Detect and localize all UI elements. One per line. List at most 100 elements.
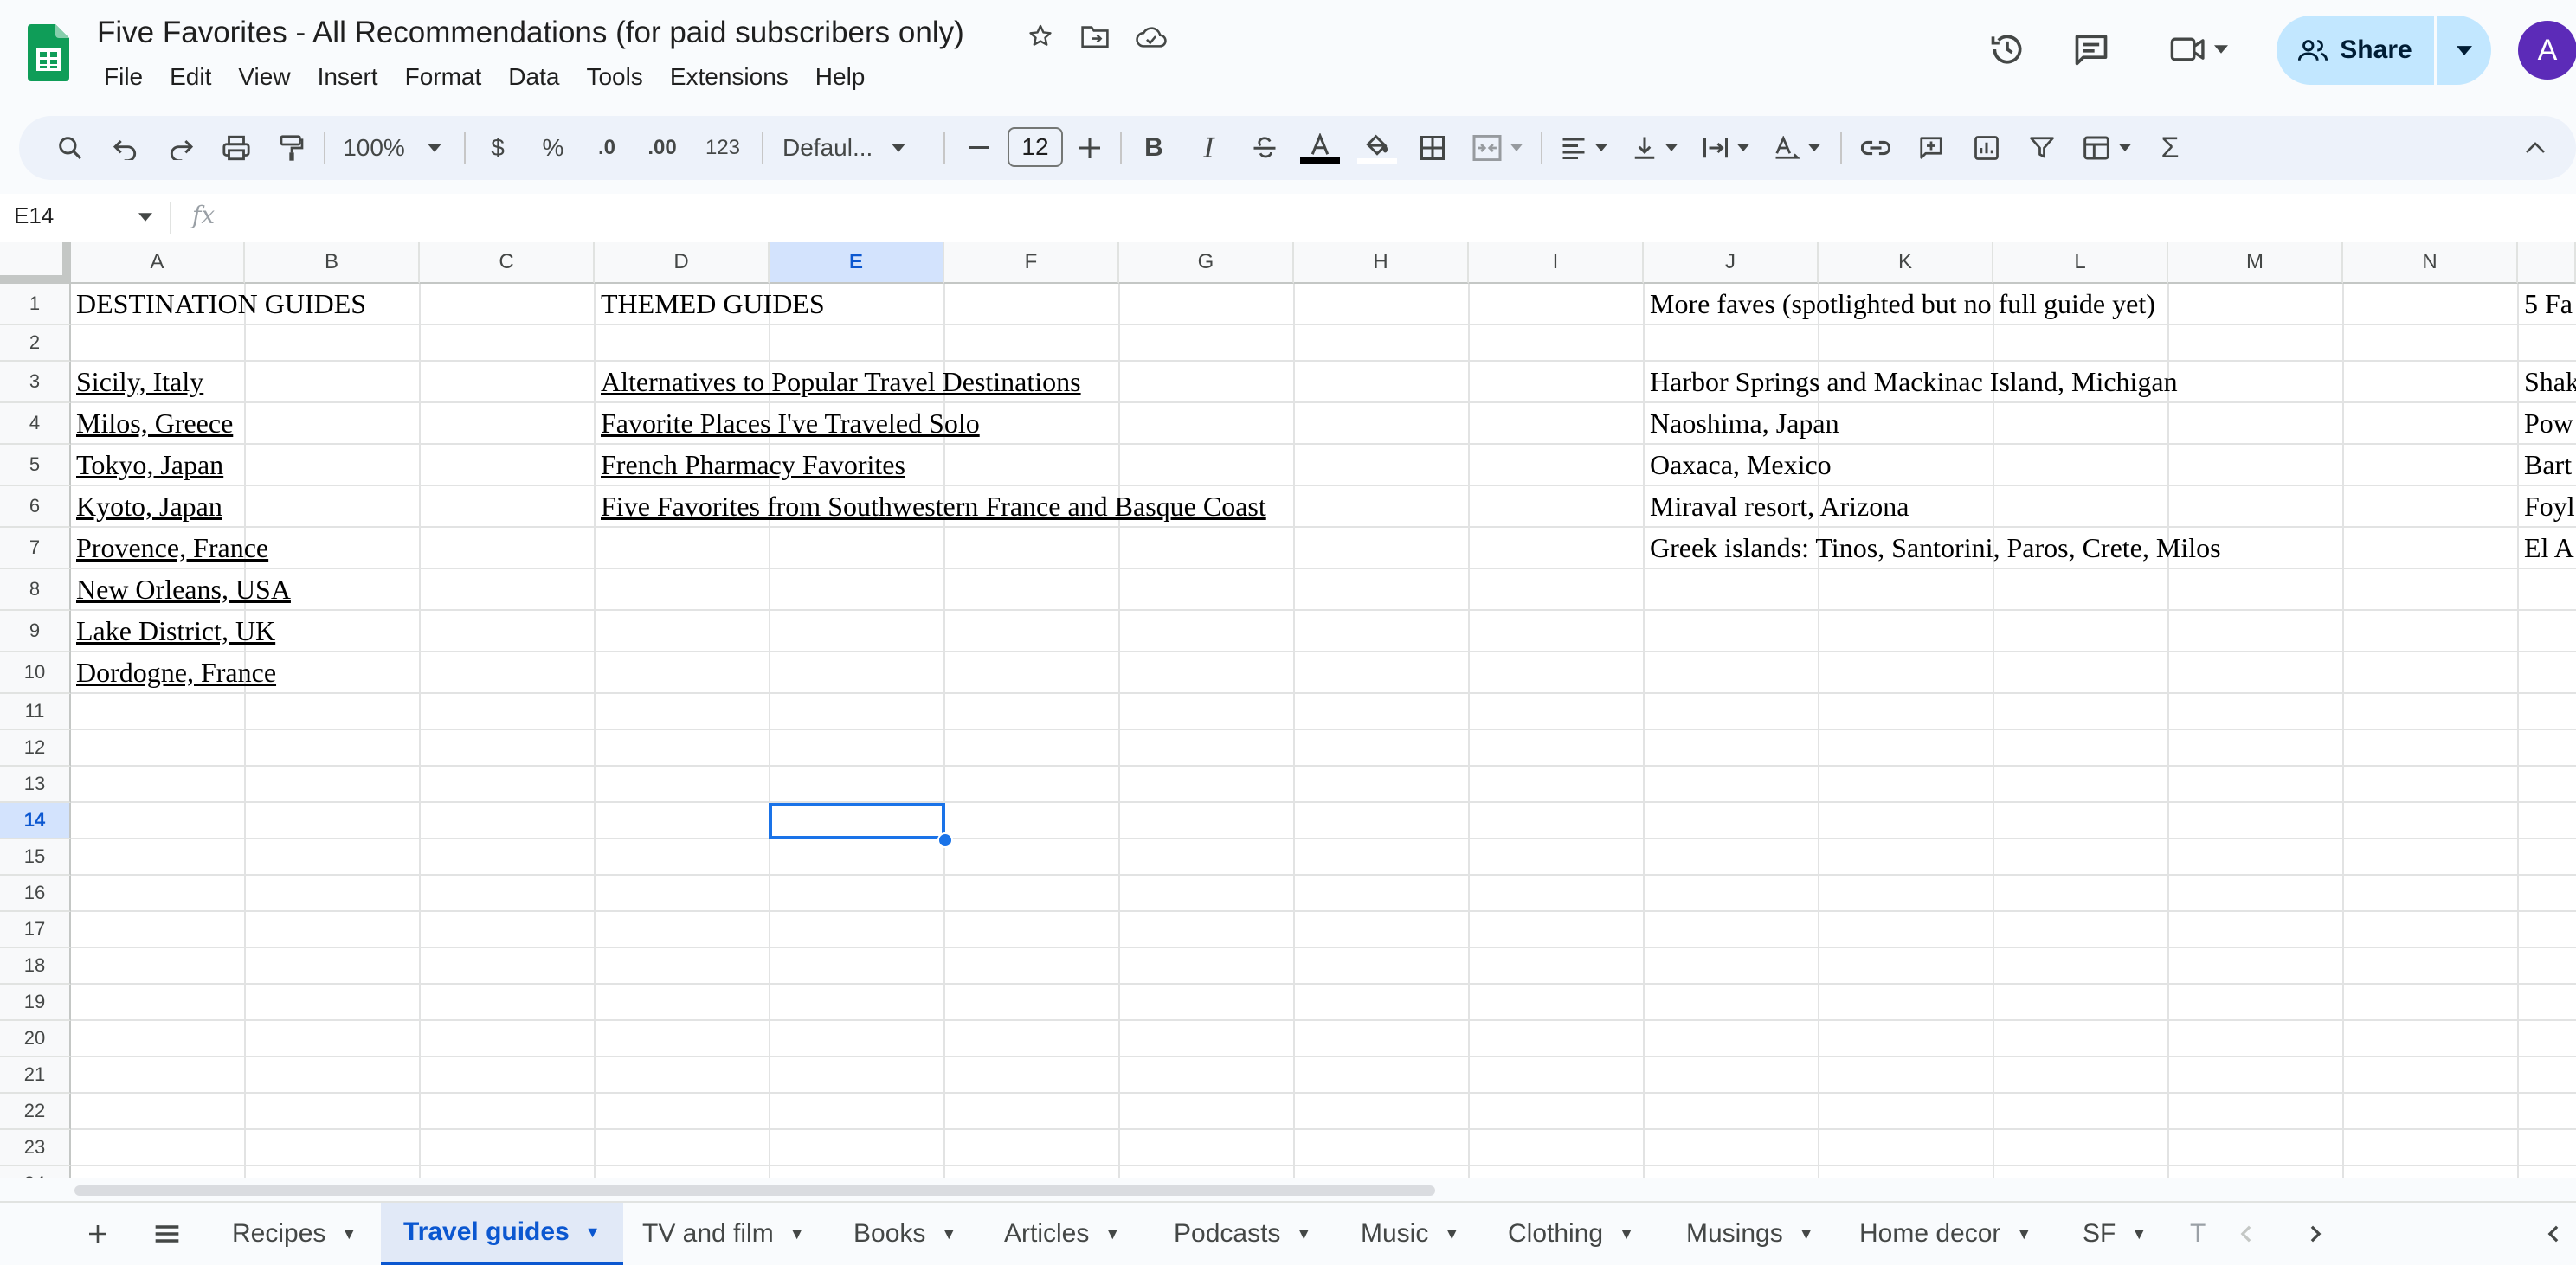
chevron-down-icon[interactable]: ▼ (1296, 1225, 1311, 1243)
cloud-saved-icon[interactable] (1134, 19, 1169, 54)
row-header-6[interactable]: 6 (0, 486, 71, 528)
row-header-12[interactable]: 12 (0, 730, 71, 767)
merge-cells-icon[interactable] (1465, 125, 1530, 171)
cell-o4[interactable]: Pow (2519, 403, 2573, 443)
row-header-20[interactable]: 20 (0, 1021, 71, 1057)
sheet-tab-sf[interactable]: SF ▼ (2083, 1203, 2147, 1265)
chevron-down-icon[interactable]: ▼ (2131, 1225, 2147, 1243)
cell-a3-link[interactable]: Sicily, Italy (71, 362, 203, 401)
chevron-down-icon[interactable]: ▼ (585, 1223, 601, 1242)
row-header-11[interactable]: 11 (0, 694, 71, 730)
text-color-icon[interactable] (1297, 125, 1343, 171)
undo-icon[interactable] (102, 125, 149, 171)
bold-button[interactable]: B (1130, 125, 1177, 171)
explore-panel-arrow-icon[interactable] (2536, 1203, 2571, 1265)
search-menus-icon[interactable] (47, 125, 93, 171)
text-rotation-icon[interactable] (1764, 125, 1830, 171)
row-header-13[interactable]: 13 (0, 767, 71, 803)
cell-a8-link[interactable]: New Orleans, USA (71, 569, 291, 609)
sheet-tab-recipes[interactable]: Recipes ▼ (232, 1203, 357, 1265)
all-sheets-menu-icon[interactable] (147, 1203, 187, 1265)
insert-link-icon[interactable] (1852, 125, 1899, 171)
menu-help[interactable]: Help (808, 61, 873, 93)
sheets-logo-icon[interactable] (28, 24, 69, 81)
sheet-tab-articles[interactable]: Articles ▼ (1004, 1203, 1120, 1265)
cell-a1[interactable]: DESTINATION GUIDES (71, 284, 366, 324)
cell-a10-link[interactable]: Dordogne, France (71, 652, 276, 692)
chevron-down-icon[interactable]: ▼ (1104, 1225, 1120, 1243)
menu-view[interactable]: View (231, 61, 297, 93)
column-header-n[interactable]: N (2343, 242, 2518, 284)
sheet-tab-musings[interactable]: Musings ▼ (1686, 1203, 1814, 1265)
add-sheet-icon[interactable] (78, 1203, 118, 1265)
row-header-16[interactable]: 16 (0, 876, 71, 912)
version-history-icon[interactable] (1984, 26, 2031, 73)
cell-a6-link[interactable]: Kyoto, Japan (71, 486, 222, 526)
row-header-22[interactable]: 22 (0, 1094, 71, 1130)
column-header-g[interactable]: G (1119, 242, 1294, 284)
paint-format-icon[interactable] (268, 125, 315, 171)
insert-chart-icon[interactable] (1963, 125, 2010, 171)
chevron-down-icon[interactable]: ▼ (341, 1225, 357, 1243)
menu-format[interactable]: Format (398, 61, 489, 93)
document-title[interactable]: Five Favorites - All Recommendations (fo… (97, 16, 964, 50)
sheet-tab-travel-guides[interactable]: Travel guides ▼ (381, 1203, 623, 1265)
cell-j7[interactable]: Greek islands: Tinos, Santorini, Paros, … (1645, 528, 2221, 568)
cell-d3-link[interactable]: Alternatives to Popular Travel Destinati… (596, 362, 1081, 401)
selected-cell-e14[interactable] (769, 803, 945, 839)
cell-j3[interactable]: Harbor Springs and Mackinac Island, Mich… (1645, 362, 2178, 401)
row-header-15[interactable]: 15 (0, 839, 71, 876)
cell-j4[interactable]: Naoshima, Japan (1645, 403, 1839, 443)
sheet-tab-books[interactable]: Books ▼ (853, 1203, 956, 1265)
row-header-4[interactable]: 4 (0, 403, 71, 445)
formula-input[interactable] (242, 194, 2571, 242)
text-wrapping-icon[interactable] (1693, 125, 1759, 171)
column-header-e[interactable]: E (770, 242, 944, 284)
account-avatar[interactable]: A (2518, 21, 2576, 80)
sheet-tab-clothing[interactable]: Clothing ▼ (1508, 1203, 1634, 1265)
menu-file[interactable]: File (97, 61, 150, 93)
cell-a9-link[interactable]: Lake District, UK (71, 611, 275, 651)
vertical-align-icon[interactable] (1622, 125, 1688, 171)
cell-o7[interactable]: El A (2519, 528, 2574, 568)
font-size-input[interactable]: 12 (1008, 127, 1063, 167)
column-header-d[interactable]: D (595, 242, 770, 284)
chevron-down-icon[interactable]: ▼ (1799, 1225, 1814, 1243)
sheet-tab-home-decor[interactable]: Home decor ▼ (1859, 1203, 2032, 1265)
scroll-tabs-right-icon[interactable] (2294, 1203, 2337, 1265)
row-header-18[interactable]: 18 (0, 948, 71, 985)
row-header-5[interactable]: 5 (0, 445, 71, 486)
row-header-3[interactable]: 3 (0, 362, 71, 403)
fill-color-icon[interactable] (1354, 125, 1401, 171)
column-header-c[interactable]: C (420, 242, 595, 284)
cell-d4-link[interactable]: Favorite Places I've Traveled Solo (596, 403, 980, 443)
sheet-tab-truncated[interactable]: T (2190, 1203, 2209, 1265)
scroll-tabs-left-icon[interactable] (2225, 1203, 2268, 1265)
meet-button[interactable] (2160, 22, 2238, 76)
menu-insert[interactable]: Insert (311, 61, 385, 93)
chevron-down-icon[interactable]: ▼ (941, 1225, 956, 1243)
collapse-toolbar-icon[interactable] (2512, 125, 2559, 171)
cell-o6[interactable]: Foyl (2519, 486, 2575, 526)
increase-decimal-button[interactable]: .00 (639, 125, 686, 171)
sheet-tab-music[interactable]: Music ▼ (1361, 1203, 1459, 1265)
row-header-17[interactable]: 17 (0, 912, 71, 948)
chevron-down-icon[interactable]: ▼ (2016, 1225, 2032, 1243)
sheet-tab-tv-and-film[interactable]: TV and film ▼ (642, 1203, 805, 1265)
star-icon[interactable] (1023, 19, 1058, 54)
functions-icon[interactable]: Σ (2147, 125, 2193, 171)
font-select[interactable]: Defaul... (774, 125, 933, 171)
column-header-o[interactable] (2518, 242, 2576, 284)
fill-handle[interactable] (937, 832, 953, 848)
cell-a5-link[interactable]: Tokyo, Japan (71, 445, 223, 485)
cell-j6[interactable]: Miraval resort, Arizona (1645, 486, 1909, 526)
column-header-i[interactable]: I (1469, 242, 1644, 284)
filter-icon[interactable] (2019, 125, 2065, 171)
share-dropdown-button[interactable] (2437, 16, 2491, 85)
cell-a4-link[interactable]: Milos, Greece (71, 403, 233, 443)
row-header-24[interactable]: 24 (0, 1166, 71, 1178)
filter-views-icon[interactable] (2074, 125, 2140, 171)
chevron-down-icon[interactable]: ▼ (789, 1225, 805, 1243)
cell-a7-link[interactable]: Provence, France (71, 528, 268, 568)
format-percent-button[interactable]: % (530, 125, 576, 171)
